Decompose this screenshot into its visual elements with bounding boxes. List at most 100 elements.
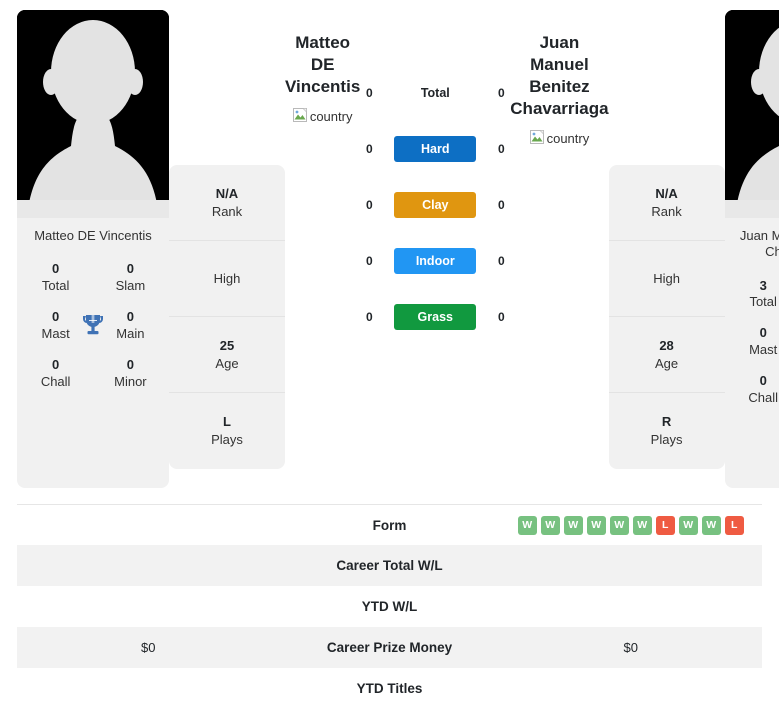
title-stat-value: 0 — [52, 309, 60, 325]
title-stat-total-right: 3 Total — [741, 278, 779, 312]
title-stat-value: 0 — [759, 373, 767, 389]
surface-bar-row-grass: 0 Grass 0 — [360, 289, 510, 345]
titles-row: 0 Mast — [19, 302, 167, 350]
titles-grid-left: 0 Total 0 Slam 0 Mast 0 Main 0 Chall 0 M… — [17, 246, 169, 407]
broken-image-icon — [529, 130, 546, 146]
info-label: High — [653, 270, 680, 286]
title-stat-label: Main — [116, 325, 145, 341]
title-stat-value: 3 — [759, 277, 767, 293]
player-name-left: Matteo DE Vincentis — [285, 32, 360, 98]
players-comparison: Matteo DE Vincentis 0 Total 0 Slam 0 Mas… — [0, 0, 779, 488]
player-name-line: Benitez — [529, 77, 590, 97]
surface-value-left: 0 — [365, 310, 373, 324]
title-stat-value: 0 — [126, 356, 134, 372]
info-row-plays-right: R Plays — [609, 393, 725, 469]
surface-bars: 0 Total 0 0 Hard 0 0 Clay 0 0 Indoor 0 0 — [360, 10, 510, 345]
title-stat-total-left: 0 Total — [33, 261, 78, 295]
title-stat-chall-left: 0 Chall — [33, 357, 78, 391]
player-photo-right — [724, 10, 779, 218]
titles-row: 0 Chall 0 Minor — [19, 350, 167, 398]
title-stat-chall-right: 0 Chall — [741, 373, 779, 407]
title-stat-label: Slam — [115, 278, 146, 294]
form-badge-win[interactable]: W — [517, 515, 537, 535]
info-label: Plays — [211, 432, 243, 447]
titles-row: 0 Total 0 Slam — [19, 254, 167, 302]
stats-row-label: YTD Titles — [356, 681, 423, 696]
surface-value-left: 0 — [365, 86, 373, 100]
stats-row-label: Career Prize Money — [326, 640, 453, 655]
form-badge-win[interactable]: W — [609, 515, 629, 535]
form-badge-win[interactable]: W — [563, 515, 583, 535]
player-info-card-left: N/A Rank High 25 Age L Plays — [169, 165, 285, 469]
surface-value-right: 0 — [497, 310, 505, 324]
surface-value-right: 0 — [497, 254, 505, 268]
country-alt-text: country — [309, 108, 353, 124]
player-name-line: Vincentis — [285, 77, 361, 97]
titles-row: 0 Mast — [727, 318, 779, 366]
stats-row-label: YTD W/L — [361, 599, 418, 614]
form-badges-right: WWWWWWLWWL — [500, 515, 763, 535]
stats-row-career-total-wl: Career Total W/L — [17, 545, 762, 586]
stats-row-ytd-titles: YTD Titles — [17, 668, 762, 709]
stats-value-left: $0 — [141, 640, 156, 655]
info-value: R — [661, 414, 672, 430]
title-stat-main-left: 0 Main — [108, 309, 153, 343]
title-stat-value: 0 — [52, 356, 60, 372]
form-badge-win[interactable]: W — [586, 515, 606, 535]
form-badge-loss[interactable]: L — [724, 515, 744, 535]
player-card-name-right: Juan Manuel Benitez Chavarriaga — [739, 228, 779, 260]
form-badge-win[interactable]: W — [678, 515, 698, 535]
info-label: Age — [215, 355, 239, 371]
title-stat-value: 0 — [52, 261, 60, 277]
stats-row-form: Form WWWWWWLWWL — [17, 504, 762, 545]
surface-label-grass: Grass — [394, 304, 477, 330]
info-label: Plays — [650, 432, 683, 447]
surface-label-clay: Clay — [394, 192, 477, 218]
player-card-right[interactable]: Juan Manuel Benitez Chavarriaga 3 Total … — [724, 10, 779, 488]
player-photo-left — [17, 10, 169, 218]
surface-label-total: Total — [420, 86, 450, 100]
info-value: N/A — [655, 185, 678, 201]
title-stat-value: 0 — [759, 325, 767, 341]
info-row-age-right: 28 Age — [608, 317, 725, 393]
title-stat-label: Chall — [748, 389, 778, 405]
surface-value-right: 0 — [497, 198, 505, 212]
surface-bar-row-hard: 0 Hard 0 — [360, 121, 510, 177]
form-badge-win[interactable]: W — [632, 515, 652, 535]
surface-bar-row-total: 0 Total 0 — [360, 65, 510, 121]
surface-label-indoor: Indoor — [394, 248, 477, 274]
player-name-line: Chavarriaga — [510, 99, 609, 119]
surface-value-left: 0 — [365, 254, 373, 268]
stats-row-label: Career Total W/L — [336, 558, 443, 573]
stats-table: Form WWWWWWLWWL Career Total W/L YTD W/L… — [17, 504, 762, 709]
form-badge-win[interactable]: W — [540, 515, 560, 535]
surface-value-right: 0 — [497, 86, 505, 100]
title-stat-label: Mast — [749, 342, 778, 358]
player-name-block-left: Matteo DE Vincentis country — [285, 10, 360, 129]
info-row-rank-right: N/A Rank — [608, 165, 725, 241]
info-row-age-left: 25 Age — [169, 317, 285, 393]
title-stat-slam-left: 0 Slam — [108, 261, 153, 295]
title-stat-mast-right: 0 Mast — [741, 325, 779, 359]
titles-row: 3 Total 0 Slam — [727, 271, 779, 319]
info-row-high-left: High — [169, 241, 285, 317]
stats-row-career-prize-money: $0 Career Prize Money $0 — [17, 627, 762, 668]
player-card-left[interactable]: Matteo DE Vincentis 0 Total 0 Slam 0 Mas… — [17, 10, 169, 488]
player-name-right: Juan Manuel Benitez Chavarriaga — [510, 32, 608, 120]
surface-label-hard: Hard — [394, 136, 477, 162]
stats-row-label: Form — [372, 517, 407, 533]
country-alt-text: country — [546, 130, 590, 146]
player-name-line: Matteo DE — [295, 33, 351, 75]
player-name-line: Juan Manuel — [530, 33, 589, 75]
title-stat-minor-left: 0 Minor — [108, 357, 153, 391]
title-stat-mast-left: 0 Mast — [33, 309, 78, 343]
info-value: L — [223, 414, 231, 430]
form-badge-win[interactable]: W — [701, 515, 721, 535]
player-info-card-right: N/A Rank High 28 Age R Plays — [608, 165, 725, 469]
info-label: Age — [654, 355, 679, 371]
title-stat-label: Total — [749, 294, 777, 310]
country-flag-right: country — [529, 130, 590, 146]
stats-value-right: $0 — [623, 640, 638, 655]
titles-row: 0 Chall 0 Minor — [727, 366, 779, 414]
form-badge-loss[interactable]: L — [655, 515, 675, 535]
